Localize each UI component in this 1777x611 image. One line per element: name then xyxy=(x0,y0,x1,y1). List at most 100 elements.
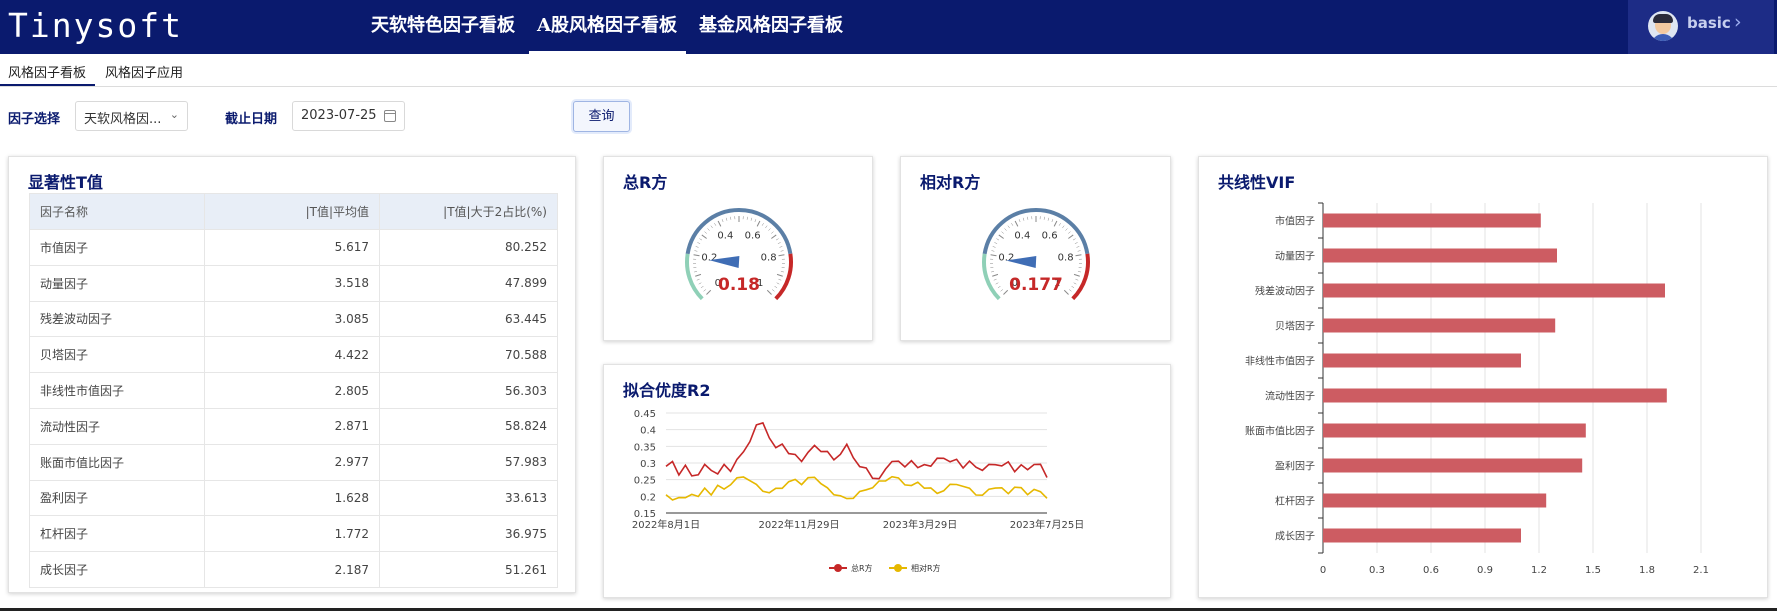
vif-bar[interactable] xyxy=(1323,213,1541,228)
gauge-tick xyxy=(1068,234,1074,239)
table-row[interactable]: 残差波动因子 3.085 63.445 xyxy=(29,300,558,338)
y-tick-label: 动量因子 xyxy=(1275,251,1315,263)
gauge-tick xyxy=(992,246,996,248)
table-row[interactable]: 盈利因子 1.628 33.613 xyxy=(29,479,558,517)
tstat-panel-title: 显著性T值 xyxy=(28,173,103,192)
end-date-picker[interactable]: 2023-07-25 xyxy=(292,101,405,131)
legend-label[interactable]: 相对R方 xyxy=(911,563,941,573)
vif-panel-title: 共线性VIF xyxy=(1218,173,1296,192)
x-tick-label: 1.8 xyxy=(1639,565,1655,576)
gauge-tick xyxy=(730,216,732,220)
nav-tab-fund-style[interactable]: 基金风格因子看板 xyxy=(699,11,843,37)
gauge-tick xyxy=(1072,238,1076,241)
gauge-tick xyxy=(1027,216,1029,220)
r2-panel: 拟合优度R2 0.45 0.4 0.35 0.3 0.25 0.2 0.15 2022年8月1… xyxy=(603,364,1171,598)
factor-select[interactable]: 天软风格因... ⌄ xyxy=(75,101,188,131)
table-row[interactable]: 动量因子 3.518 47.899 xyxy=(29,264,558,302)
table-row[interactable]: 账面市值比因子 2.977 57.983 xyxy=(29,443,558,481)
gauge-tick xyxy=(776,282,780,285)
total-r2-gauge: 00.20.4 0.60.810.18 xyxy=(685,208,793,301)
vif-bar[interactable] xyxy=(1323,353,1521,368)
gauge-tick-label: 0.6 xyxy=(1042,230,1058,241)
gauge-tick xyxy=(777,242,781,244)
username[interactable]: basic xyxy=(1687,14,1731,32)
gauge-tick xyxy=(699,238,703,241)
subtab-factor-dashboard[interactable]: 风格因子看板 xyxy=(8,62,86,81)
tstat-panel: 显著性T值 因子名称 |T值|平均值 |T值|大于2占比(%) 市值因子 5.61… xyxy=(8,156,576,593)
vif-bar[interactable] xyxy=(1323,318,1556,333)
t-mean-cell: 5.617 xyxy=(204,229,380,266)
avatar[interactable] xyxy=(1648,11,1678,41)
y-tick-label: 流动性因子 xyxy=(1265,390,1315,403)
gauge-tick xyxy=(1018,219,1021,223)
y-tick-label: 成长因子 xyxy=(1275,531,1315,543)
chevron-right-icon[interactable]: › xyxy=(1734,11,1742,33)
gauge-tick xyxy=(698,282,702,285)
factor-name-cell: 动量因子 xyxy=(29,264,205,302)
t-ratio-cell: 57.983 xyxy=(379,443,558,481)
gauge-value: 0.18 xyxy=(718,275,760,295)
relative-r2-panel: 相对R方 0 0.2 0.4 0.6 0.8 1 0.177 xyxy=(900,156,1171,341)
vif-bar[interactable] xyxy=(1323,248,1557,263)
gauge-tick xyxy=(1063,289,1069,295)
column-header[interactable]: 因子名称 xyxy=(29,193,205,230)
y-tick-label: 0.4 xyxy=(640,426,656,437)
chevron-down-icon: ⌄ xyxy=(169,108,179,121)
vif-bar[interactable] xyxy=(1323,423,1586,438)
vif-bar[interactable] xyxy=(1323,388,1667,403)
gauge-tick xyxy=(1000,289,1004,292)
query-button[interactable]: 查询 xyxy=(573,101,630,132)
gauge-tick xyxy=(1076,246,1080,248)
gauge-tick xyxy=(1022,217,1025,221)
y-tick-label: 杠杆因子 xyxy=(1275,495,1315,508)
table-row[interactable]: 市值因子 5.617 80.252 xyxy=(29,229,558,266)
sub-tabs: 风格因子看板 风格因子应用 xyxy=(0,54,1777,87)
table-row[interactable]: 贝塔因子 4.422 70.588 xyxy=(29,336,558,374)
gauge-tick xyxy=(771,289,775,292)
gauge-tick xyxy=(1043,216,1045,220)
t-ratio-cell: 33.613 xyxy=(379,479,558,517)
table-row[interactable]: 成长因子 2.187 51.261 xyxy=(29,551,558,588)
relative-r2-gauge: 00.20.4 0.60.810.177 xyxy=(982,208,1090,301)
gauge-tick xyxy=(1001,231,1004,234)
r2-panel-title: 拟合优度R2 xyxy=(623,381,711,400)
vif-bar[interactable] xyxy=(1323,528,1521,543)
column-header[interactable]: |T值|大于2占比(%) xyxy=(379,193,558,230)
table-row[interactable]: 杠杆因子 1.772 36.975 xyxy=(29,515,558,553)
table-row[interactable]: 流动性因子 2.871 58.824 xyxy=(29,407,558,445)
gauge-tick xyxy=(1058,223,1061,226)
relative-r2-title: 相对R方 xyxy=(920,173,981,192)
x-tick-label: 2.1 xyxy=(1693,565,1709,576)
calendar-icon[interactable] xyxy=(384,110,396,122)
user-menu[interactable]: basic › xyxy=(1628,0,1774,54)
x-tick-label: 1.2 xyxy=(1531,565,1547,576)
r2-line-chart: 0.45 0.4 0.35 0.3 0.25 0.2 0.152022年8月1日 2022年1… xyxy=(632,409,1084,573)
gauge-tick xyxy=(707,228,710,231)
t-mean-cell: 3.085 xyxy=(204,300,380,338)
vif-bar[interactable] xyxy=(1323,283,1665,298)
vif-bar[interactable] xyxy=(1323,493,1547,508)
t-ratio-cell: 51.261 xyxy=(379,551,558,588)
gauge-tick xyxy=(780,271,784,273)
table-row[interactable]: 非线性市值因子 2.805 56.303 xyxy=(29,372,558,409)
factor-name-cell: 非线性市值因子 xyxy=(29,372,205,409)
legend-label[interactable]: 总R方 xyxy=(851,563,873,573)
gauge-tick xyxy=(997,285,1001,289)
factor-name-cell: 账面市值比因子 xyxy=(29,443,205,481)
legend-marker xyxy=(834,564,842,572)
t-mean-cell: 2.805 xyxy=(204,372,380,409)
y-tick-label: 0.25 xyxy=(634,476,656,487)
top-navbar: Tinysoft 天软特色因子看板 A股风格因子看板 基金风格因子看板 basi… xyxy=(0,0,1777,54)
t-ratio-cell: 63.445 xyxy=(379,300,558,338)
nav-tab-a-share-style[interactable]: A股风格因子看板 xyxy=(537,11,677,37)
app-logo[interactable]: Tinysoft xyxy=(8,6,183,45)
t-mean-cell: 2.187 xyxy=(204,551,380,588)
factor-name-cell: 流动性因子 xyxy=(29,407,205,445)
vif-bar-chart: 0 0.3 0.6 0.9 1.2 1.5 1.8 2.1 市值因子动量因子残差波动因子贝塔因子… xyxy=(1245,202,1709,576)
y-tick-label: 0.45 xyxy=(634,409,656,420)
subtab-factor-application[interactable]: 风格因子应用 xyxy=(105,62,183,81)
vif-bar[interactable] xyxy=(1323,458,1583,473)
x-tick-label: 0.3 xyxy=(1369,565,1385,576)
column-header[interactable]: |T值|平均值 xyxy=(204,193,380,230)
nav-tab-tinysoft-factors[interactable]: 天软特色因子看板 xyxy=(371,11,515,37)
